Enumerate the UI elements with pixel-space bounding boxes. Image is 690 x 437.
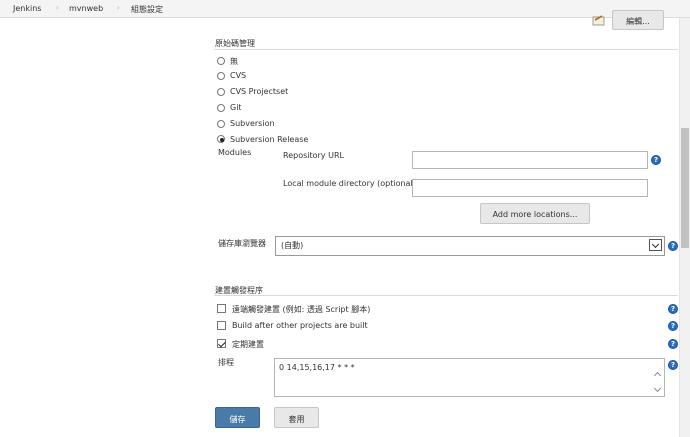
help-icon[interactable]: ? <box>651 155 661 165</box>
scm-option-label: CVS Projectset <box>230 87 289 96</box>
edit-button-label: 編輯... <box>626 17 650 26</box>
modules-label: Modules <box>218 148 252 157</box>
schedule-label: 排程 <box>218 358 234 367</box>
breadcrumb-item-configure[interactable]: 組態設定 <box>131 4 163 15</box>
scm-radio-none[interactable] <box>217 57 225 65</box>
help-icon[interactable]: ? <box>668 360 678 370</box>
add-more-locations-button[interactable]: Add more locations... <box>480 203 590 224</box>
trigger-periodic-checkbox[interactable] <box>217 339 226 348</box>
trigger-periodic-label: 定期建置 <box>232 340 264 349</box>
local-module-directory-input[interactable] <box>412 179 648 197</box>
scm-option-label: 無 <box>230 57 238 66</box>
chevron-down-icon <box>649 239 662 251</box>
repository-url-label: Repository URL <box>283 151 344 160</box>
trigger-after-other-projects-label: Build after other projects are built <box>232 321 368 330</box>
repository-browser-select[interactable]: (自動) <box>275 236 665 256</box>
help-icon[interactable]: ? <box>668 321 678 331</box>
edit-button[interactable]: 編輯... <box>612 10 664 30</box>
scm-option-label: CVS <box>230 71 247 80</box>
schedule-textarea[interactable]: 0 14,15,16,17 * * * <box>274 358 665 397</box>
scroll-up-icon[interactable] <box>654 371 662 377</box>
scrollbar-thumb[interactable] <box>681 128 689 248</box>
breadcrumb-item-project[interactable]: mvnweb <box>69 4 103 13</box>
breadcrumb: Jenkins › mvnweb › 組態設定 <box>0 0 690 18</box>
apply-button-label: 套用 <box>288 415 305 424</box>
local-module-directory-label: Local module directory (optional) <box>283 179 416 188</box>
scm-radio-cvs-projectset[interactable] <box>217 88 225 96</box>
trigger-remote-checkbox[interactable] <box>217 304 226 313</box>
scm-option-label: Git <box>230 103 242 112</box>
build-triggers-section-divider <box>214 295 678 296</box>
scm-radio-subversion-release[interactable] <box>217 135 225 143</box>
repository-url-input[interactable] <box>412 151 648 169</box>
scm-radio-cvs[interactable] <box>217 72 225 80</box>
scm-radio-subversion[interactable] <box>217 120 225 128</box>
repository-browser-value: (自動) <box>281 241 304 250</box>
help-icon[interactable]: ? <box>668 304 678 314</box>
scm-radio-git[interactable] <box>217 104 225 112</box>
schedule-value: 0 14,15,16,17 * * * <box>279 363 355 372</box>
breadcrumb-item-jenkins[interactable]: Jenkins <box>13 4 41 13</box>
help-icon[interactable]: ? <box>668 339 678 349</box>
edit-icon <box>592 14 606 26</box>
page-scrollbar[interactable] <box>679 18 690 437</box>
breadcrumb-separator-icon: › <box>117 4 120 12</box>
apply-button[interactable]: 套用 <box>274 407 319 428</box>
scm-section-title: 原始碼管理 <box>215 39 255 48</box>
scm-option-label: Subversion <box>230 119 275 128</box>
save-button[interactable]: 儲存 <box>215 407 260 428</box>
repository-browser-label: 儲存庫瀏覽器 <box>218 239 266 248</box>
save-button-label: 儲存 <box>229 415 246 424</box>
add-more-locations-label: Add more locations... <box>492 210 578 219</box>
help-icon[interactable]: ? <box>668 241 678 251</box>
breadcrumb-separator-icon: › <box>56 4 59 12</box>
trigger-after-other-projects-checkbox[interactable] <box>217 321 226 330</box>
scm-option-label: Subversion Release <box>230 135 309 144</box>
trigger-remote-label: 遠端觸發建置 (例如: 透過 Script 腳本) <box>232 305 371 314</box>
scm-section-divider <box>214 49 678 50</box>
scroll-down-icon[interactable] <box>654 387 662 393</box>
